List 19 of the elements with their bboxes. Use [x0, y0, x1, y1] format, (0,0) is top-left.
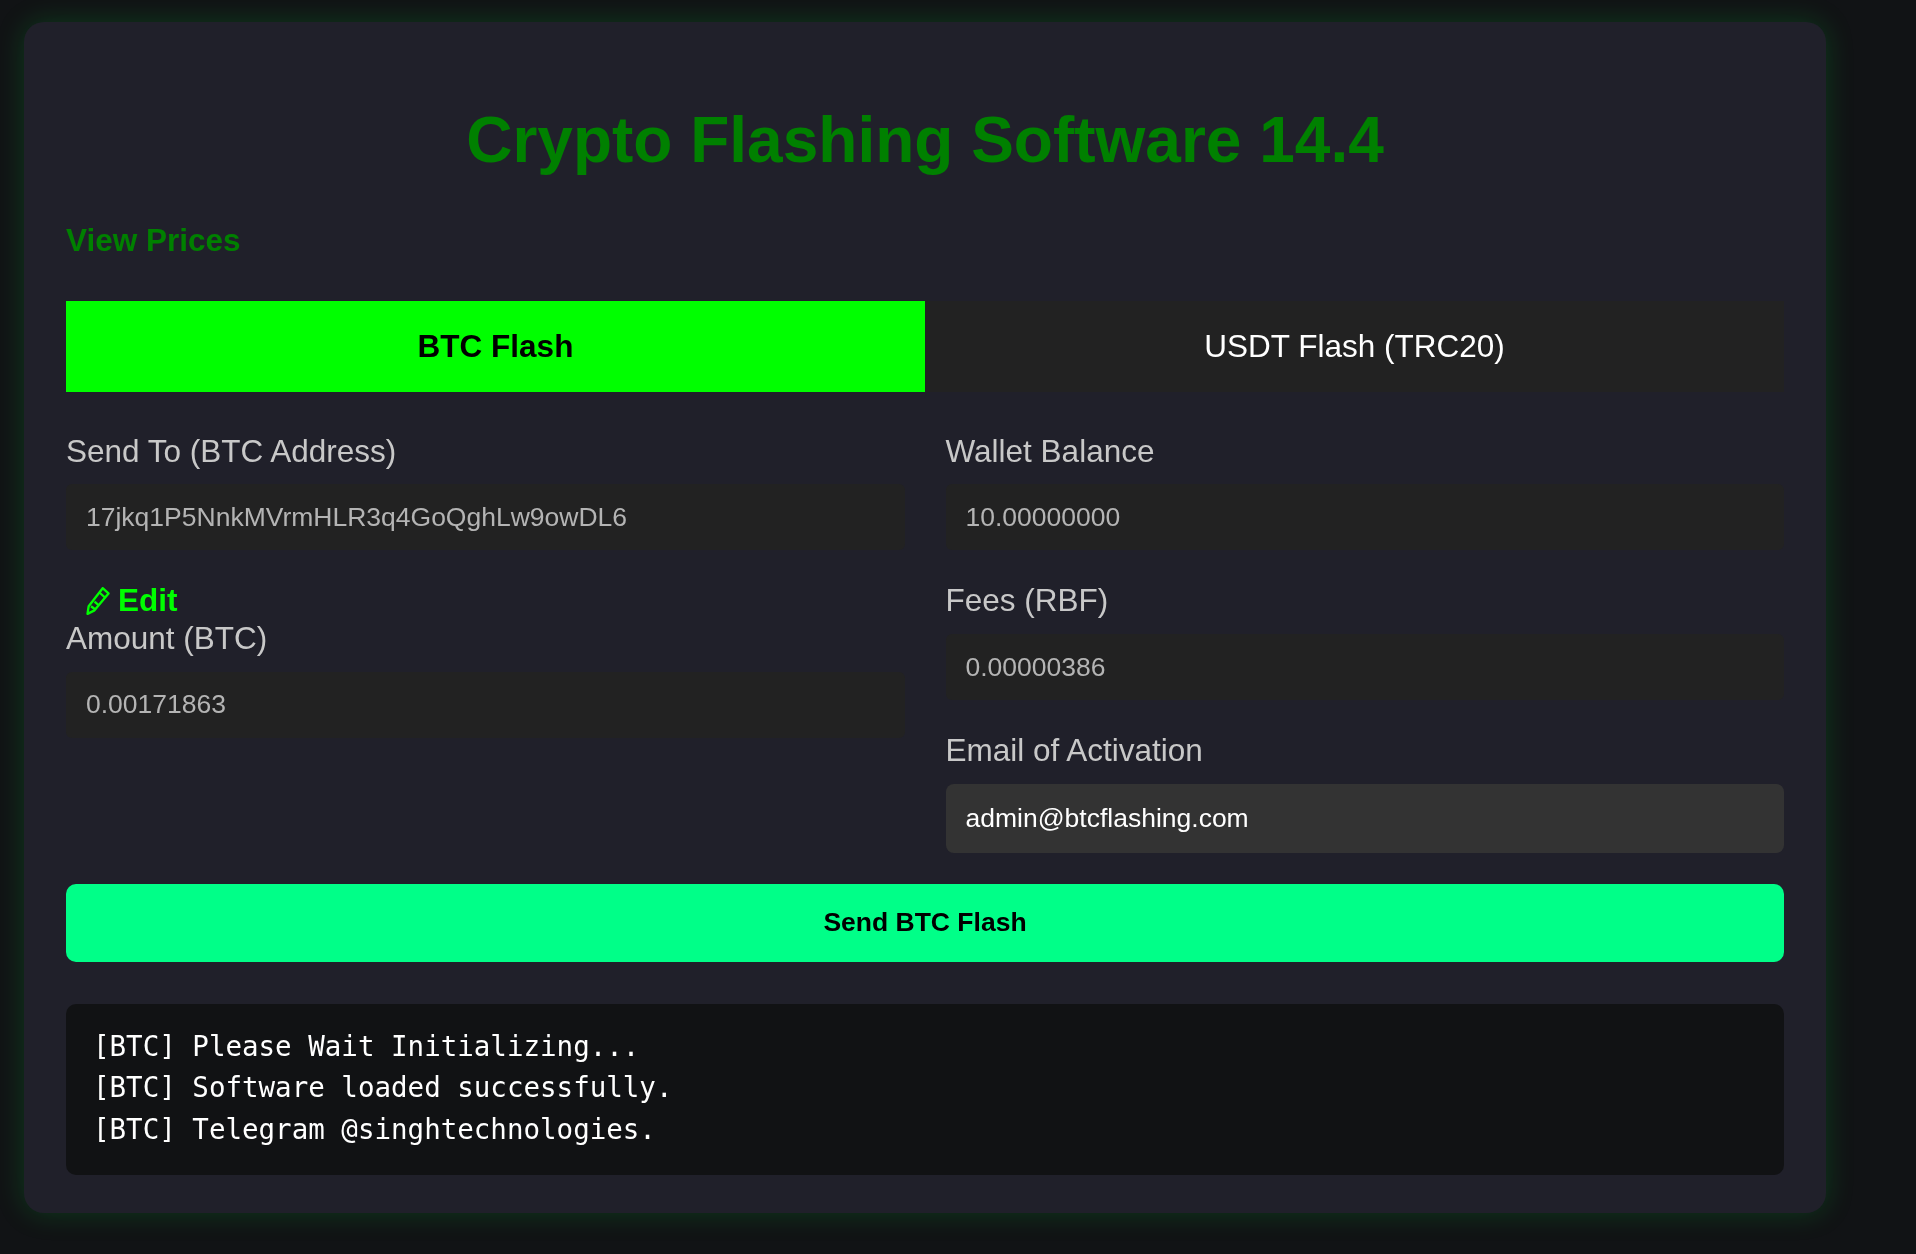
input-field[interactable]: 17jkq1P5NnkMVrmHLR3q4GoQghLw9owDL6 [66, 484, 905, 551]
console-line: [BTC] Telegram @singhtechnologies. [93, 1111, 657, 1147]
input-field[interactable]: 10.00000000 [945, 484, 1784, 551]
tab[interactable]: BTC Flash [66, 300, 925, 392]
field-label: Amount (BTC) [66, 620, 269, 658]
input-field[interactable]: 0.00171863 [66, 671, 905, 738]
input-field[interactable]: admin@btcflashing.com [945, 783, 1784, 853]
tab[interactable]: USDT Flash (TRC20) [925, 300, 1784, 392]
console-line: [BTC] Software loaded successfully. [93, 1070, 674, 1106]
edit-link[interactable]: Edit [86, 582, 178, 621]
field-label: Fees (RBF) [945, 582, 1110, 621]
field-label: Email of Activation [945, 732, 1204, 770]
field-label: Send To (BTC Address) [66, 432, 398, 471]
pencil-icon [86, 587, 110, 616]
app-title: Crypto Flashing Software 14.4 [465, 103, 1385, 178]
send-button[interactable]: Send BTC Flash [66, 883, 1784, 962]
console-line: [BTC] Please Wait Initializing... [93, 1028, 641, 1064]
input-field[interactable]: 0.00000386 [945, 634, 1784, 701]
field-label: Wallet Balance [945, 432, 1156, 471]
